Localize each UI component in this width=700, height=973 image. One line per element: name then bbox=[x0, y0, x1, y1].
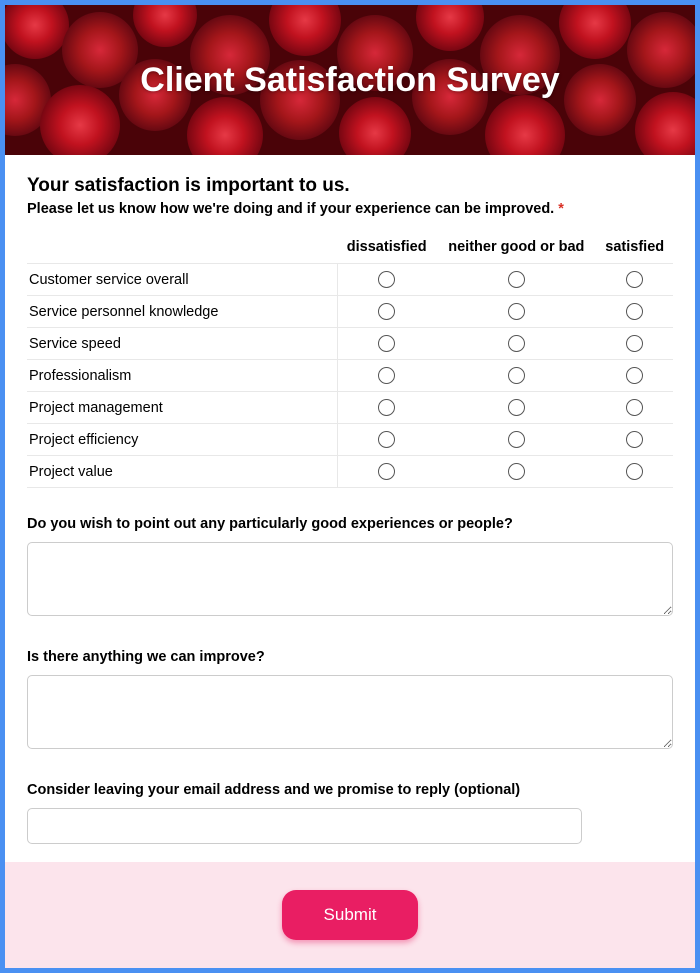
email-input[interactable] bbox=[27, 808, 582, 844]
matrix-row-label: Project management bbox=[27, 392, 337, 424]
matrix-cell bbox=[596, 456, 673, 488]
submit-button[interactable]: Submit bbox=[282, 890, 419, 940]
radio-button[interactable] bbox=[626, 399, 643, 416]
matrix-cell bbox=[337, 392, 436, 424]
radio-button[interactable] bbox=[378, 399, 395, 416]
question-improve-label: Is there anything we can improve? bbox=[27, 649, 673, 665]
matrix-row-label: Professionalism bbox=[27, 360, 337, 392]
radio-button[interactable] bbox=[378, 463, 395, 480]
matrix-cell bbox=[596, 264, 673, 296]
radio-button[interactable] bbox=[378, 367, 395, 384]
radio-button[interactable] bbox=[626, 367, 643, 384]
matrix-col-dissatisfied: dissatisfied bbox=[337, 231, 436, 264]
radio-button[interactable] bbox=[626, 463, 643, 480]
radio-button[interactable] bbox=[626, 431, 643, 448]
matrix-cell bbox=[337, 360, 436, 392]
matrix-row: Customer service overall bbox=[27, 264, 673, 296]
matrix-row-label: Service speed bbox=[27, 328, 337, 360]
question-good-label: Do you wish to point out any particularl… bbox=[27, 516, 673, 532]
matrix-row-label: Customer service overall bbox=[27, 264, 337, 296]
matrix-cell bbox=[337, 456, 436, 488]
survey-frame: Client Satisfaction Survey Your satisfac… bbox=[0, 0, 700, 973]
question-good-experiences: Do you wish to point out any particularl… bbox=[27, 516, 673, 621]
matrix-cell bbox=[337, 424, 436, 456]
question-email-label: Consider leaving your email address and … bbox=[27, 782, 673, 798]
matrix-row-label: Project efficiency bbox=[27, 424, 337, 456]
matrix-cell bbox=[596, 424, 673, 456]
radio-button[interactable] bbox=[626, 271, 643, 288]
matrix-cell bbox=[337, 296, 436, 328]
matrix-cell bbox=[596, 296, 673, 328]
radio-button[interactable] bbox=[508, 271, 525, 288]
radio-button[interactable] bbox=[508, 431, 525, 448]
good-experiences-textarea[interactable] bbox=[27, 542, 673, 616]
matrix-cell bbox=[436, 328, 596, 360]
survey-footer: Submit bbox=[5, 862, 695, 968]
radio-button[interactable] bbox=[508, 335, 525, 352]
matrix-col-satisfied: satisfied bbox=[596, 231, 673, 264]
survey-header: Client Satisfaction Survey bbox=[5, 5, 695, 155]
matrix-cell bbox=[596, 328, 673, 360]
matrix-row: Service personnel knowledge bbox=[27, 296, 673, 328]
matrix-cell bbox=[436, 360, 596, 392]
radio-button[interactable] bbox=[508, 399, 525, 416]
matrix-cell bbox=[596, 392, 673, 424]
radio-button[interactable] bbox=[508, 303, 525, 320]
radio-button[interactable] bbox=[378, 271, 395, 288]
survey-title: Client Satisfaction Survey bbox=[140, 61, 559, 100]
matrix-row: Professionalism bbox=[27, 360, 673, 392]
radio-button[interactable] bbox=[626, 303, 643, 320]
radio-button[interactable] bbox=[378, 335, 395, 352]
matrix-cell bbox=[337, 264, 436, 296]
radio-button[interactable] bbox=[378, 431, 395, 448]
intro-subheading: Please let us know how we're doing and i… bbox=[27, 201, 673, 217]
matrix-cell bbox=[596, 360, 673, 392]
matrix-row-label: Service personnel knowledge bbox=[27, 296, 337, 328]
matrix-cell bbox=[436, 296, 596, 328]
improve-textarea[interactable] bbox=[27, 675, 673, 749]
matrix-cell bbox=[337, 328, 436, 360]
matrix-cell bbox=[436, 264, 596, 296]
required-marker: * bbox=[558, 201, 564, 217]
radio-button[interactable] bbox=[508, 463, 525, 480]
matrix-row: Project efficiency bbox=[27, 424, 673, 456]
question-improve: Is there anything we can improve? bbox=[27, 649, 673, 754]
radio-button[interactable] bbox=[508, 367, 525, 384]
matrix-row-label: Project value bbox=[27, 456, 337, 488]
matrix-cell bbox=[436, 424, 596, 456]
radio-button[interactable] bbox=[626, 335, 643, 352]
radio-button[interactable] bbox=[378, 303, 395, 320]
matrix-cell bbox=[436, 392, 596, 424]
matrix-row: Project management bbox=[27, 392, 673, 424]
matrix-col-neither: neither good or bad bbox=[436, 231, 596, 264]
survey-content: Your satisfaction is important to us. Pl… bbox=[5, 155, 695, 862]
matrix-cell bbox=[436, 456, 596, 488]
intro-subheading-text: Please let us know how we're doing and i… bbox=[27, 201, 554, 217]
question-email: Consider leaving your email address and … bbox=[27, 782, 673, 844]
matrix-row: Project value bbox=[27, 456, 673, 488]
intro-heading: Your satisfaction is important to us. bbox=[27, 175, 673, 197]
rating-matrix: dissatisfied neither good or bad satisfi… bbox=[27, 231, 673, 488]
matrix-corner bbox=[27, 231, 337, 264]
matrix-row: Service speed bbox=[27, 328, 673, 360]
